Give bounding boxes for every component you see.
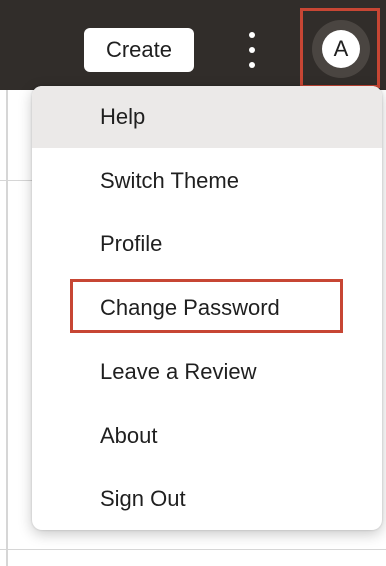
menu-item-about[interactable]: About xyxy=(32,405,382,467)
menu-item-switch-theme[interactable]: Switch Theme xyxy=(32,150,382,212)
menu-item-help[interactable]: Help xyxy=(32,86,382,148)
kebab-dot xyxy=(249,62,255,68)
create-button[interactable]: Create xyxy=(84,28,194,72)
menu-item-sign-out[interactable]: Sign Out xyxy=(32,468,382,530)
menu-item-change-password[interactable]: Change Password xyxy=(32,277,382,339)
top-header-bar: Create A xyxy=(0,0,386,90)
user-menu-dropdown: Help Switch Theme Profile Change Passwor… xyxy=(32,86,382,530)
app-window: Create A Help Switch Theme Profile Chang… xyxy=(0,0,386,566)
menu-item-leave-a-review[interactable]: Leave a Review xyxy=(32,341,382,403)
kebab-dot xyxy=(249,32,255,38)
kebab-dot xyxy=(249,47,255,53)
user-avatar-button[interactable]: A xyxy=(322,30,360,68)
background-bottom-divider xyxy=(0,549,386,550)
kebab-vertical-icon[interactable] xyxy=(240,32,264,68)
menu-item-profile[interactable]: Profile xyxy=(32,213,382,275)
